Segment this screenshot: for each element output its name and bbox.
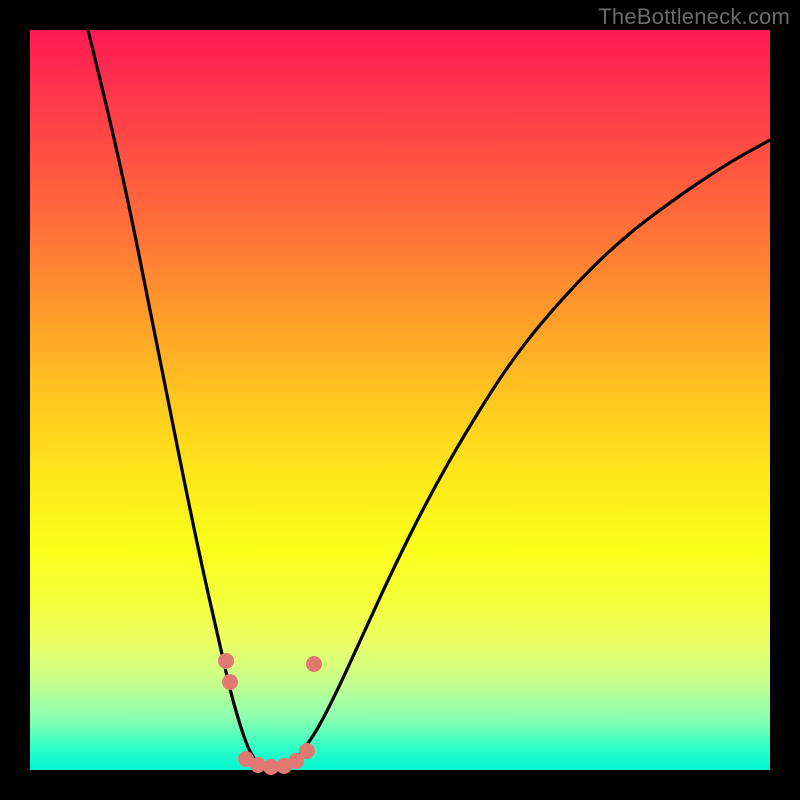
bottleneck-curve [88, 30, 770, 768]
left-upper-dot [218, 653, 234, 669]
data-markers [218, 653, 322, 775]
bottom-dot-6 [299, 743, 315, 759]
left-lower-dot [222, 674, 238, 690]
curve-svg [30, 30, 770, 770]
right-upper-dot [306, 656, 322, 672]
plot-area [30, 30, 770, 770]
watermark-text: TheBottleneck.com [598, 4, 790, 30]
chart-frame: TheBottleneck.com [0, 0, 800, 800]
